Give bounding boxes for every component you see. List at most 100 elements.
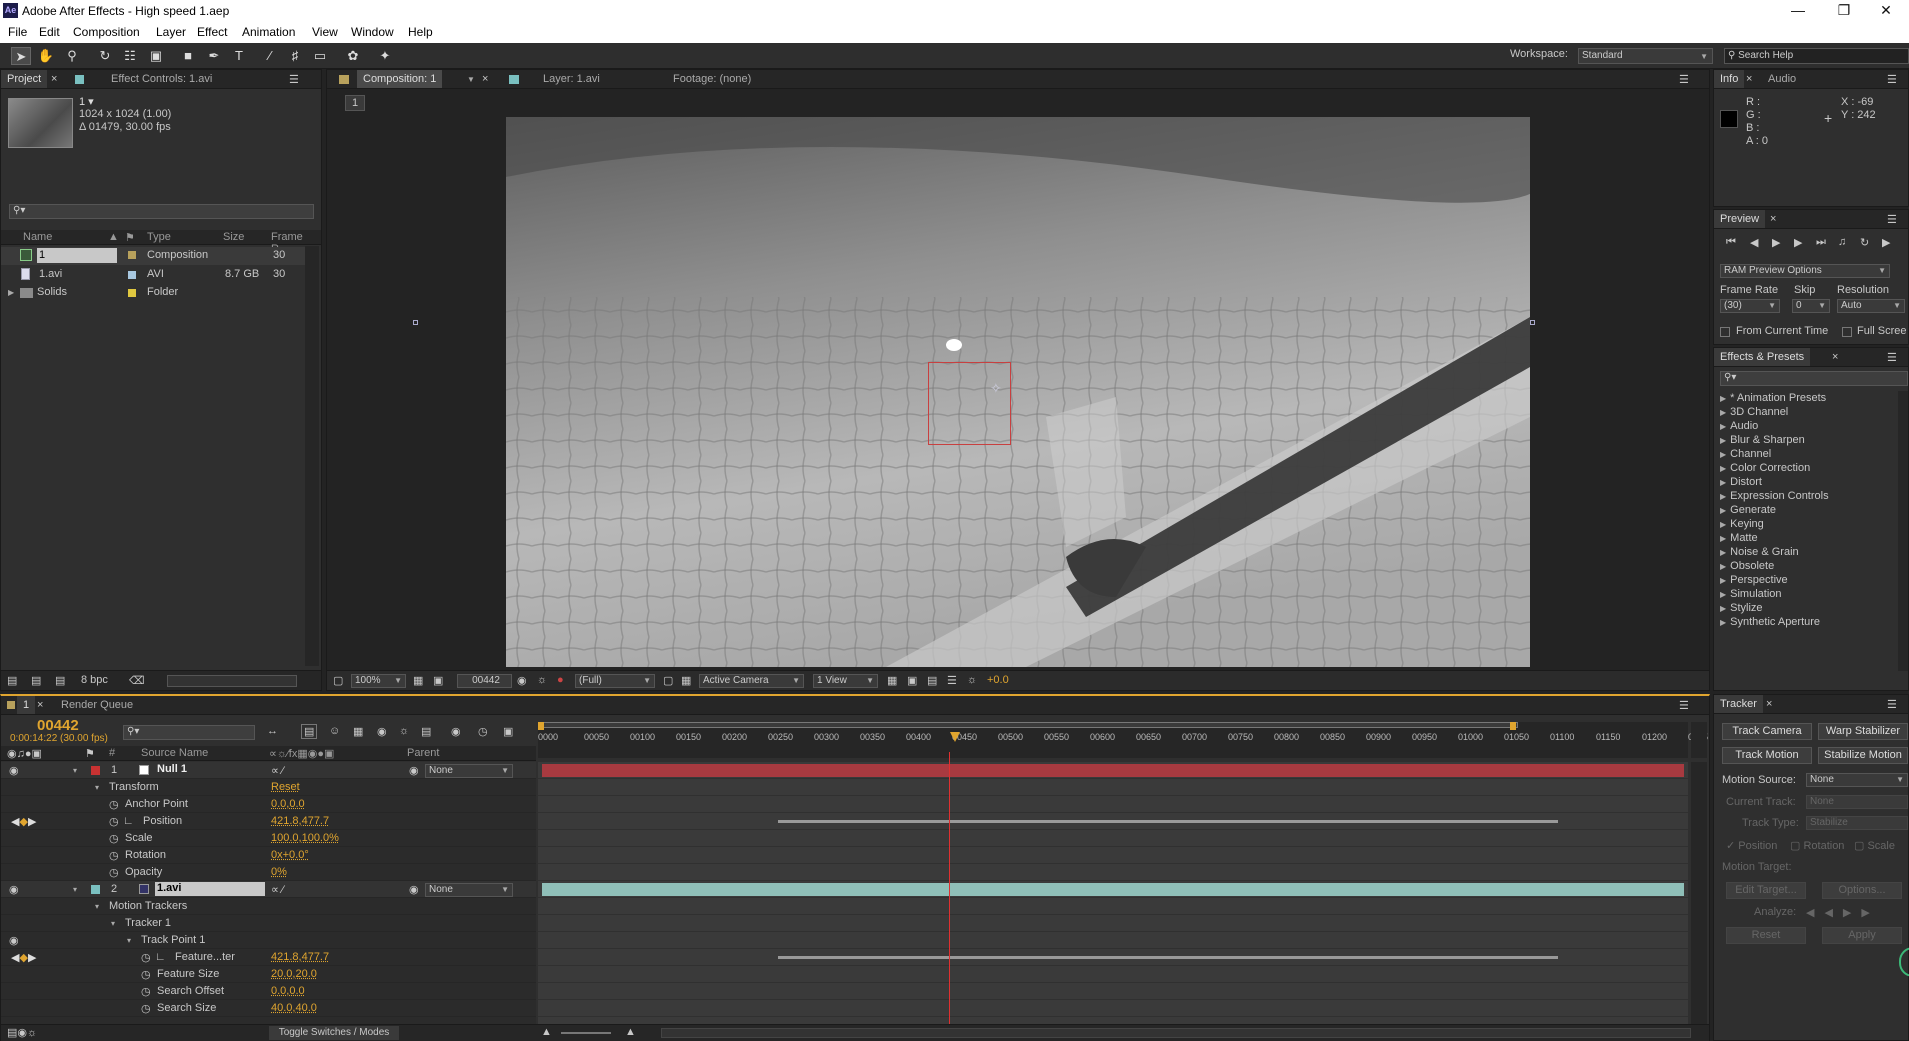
- rotation-tool-icon[interactable]: ↻: [95, 47, 115, 65]
- close-icon[interactable]: ×: [482, 73, 488, 85]
- search-help-field[interactable]: ⚲ Search Help: [1724, 48, 1909, 64]
- effects-category-item[interactable]: ▶ Noise & Grain: [1714, 545, 1896, 559]
- property-value[interactable]: 100.0,100.0%: [271, 832, 339, 844]
- roto-brush-tool-icon[interactable]: ✿: [343, 47, 363, 65]
- tab-info[interactable]: Info: [1714, 70, 1745, 88]
- warp-stabilizer-button[interactable]: Warp Stabilizer: [1818, 723, 1908, 740]
- stopwatch-icon[interactable]: ◷: [109, 866, 119, 879]
- tab-audio[interactable]: Audio: [1762, 70, 1802, 88]
- property-row[interactable]: ◷ Search Offset 0.0,0.0: [1, 983, 536, 1000]
- flowchart-icon[interactable]: ☰: [947, 674, 957, 687]
- effects-search-input[interactable]: ⚲▾: [1720, 371, 1908, 386]
- tab-layer[interactable]: Layer: 1.avi: [537, 70, 606, 88]
- effects-category-item[interactable]: ▶ Synthetic Aperture: [1714, 615, 1896, 629]
- track-row[interactable]: [538, 762, 1688, 779]
- menu-window[interactable]: Window: [351, 25, 394, 39]
- layer-name[interactable]: 1.avi: [155, 882, 265, 896]
- tab-project[interactable]: Project: [1, 70, 48, 88]
- effects-category-item[interactable]: ▶ Expression Controls: [1714, 489, 1896, 503]
- expand-arrow-icon[interactable]: ▶: [1714, 506, 1730, 515]
- effects-category-item[interactable]: ▶ Stylize: [1714, 601, 1896, 615]
- close-icon[interactable]: ×: [37, 699, 43, 711]
- layer-name[interactable]: Null 1: [155, 763, 265, 777]
- track-row[interactable]: [538, 881, 1688, 898]
- keyframe-range[interactable]: [778, 956, 1558, 959]
- interpret-footage-icon[interactable]: ▤: [7, 674, 17, 687]
- property-value[interactable]: 40.0,40.0: [271, 1002, 317, 1014]
- brainstorm-icon[interactable]: ☼: [399, 725, 409, 737]
- workspace-dropdown[interactable]: Standard ▼: [1578, 48, 1713, 64]
- effects-category-item[interactable]: ▶ Channel: [1714, 447, 1896, 461]
- selection-tool-icon[interactable]: ➤: [11, 47, 31, 65]
- col-name[interactable]: Name: [23, 231, 52, 243]
- panel-menu-icon[interactable]: ☰: [1887, 73, 1897, 86]
- stopwatch-icon[interactable]: ◷: [109, 798, 119, 811]
- property-row[interactable]: ▾ Tracker 1: [1, 915, 536, 932]
- show-snapshot-icon[interactable]: ☼: [537, 674, 547, 686]
- property-value[interactable]: 0.0,0.0: [271, 798, 305, 810]
- keyframe-range[interactable]: [778, 820, 1558, 823]
- new-composition-icon[interactable]: ▤: [55, 674, 65, 687]
- stopwatch-icon[interactable]: ◷: [141, 968, 151, 981]
- expand-arrow-icon[interactable]: ▾: [127, 936, 131, 945]
- anchor-point-icon[interactable]: ✧: [990, 380, 1002, 397]
- close-icon[interactable]: ×: [1766, 698, 1772, 710]
- expand-arrow-icon[interactable]: ▶: [1714, 604, 1730, 613]
- exposure-icon[interactable]: ☼: [967, 674, 977, 686]
- puppet-tool-icon[interactable]: ✦: [375, 47, 395, 65]
- expand-arrow-icon[interactable]: ▾: [73, 766, 77, 775]
- timeline-search-input[interactable]: ⚲▾: [123, 725, 255, 740]
- visibility-eye-icon[interactable]: ◉: [9, 934, 19, 947]
- fast-preview-icon[interactable]: ▣: [907, 674, 917, 687]
- property-row[interactable]: ◷ Anchor Point 0.0,0.0: [1, 796, 536, 813]
- project-search-input[interactable]: ⚲▾: [9, 204, 314, 219]
- track-row[interactable]: [538, 949, 1688, 966]
- breadcrumb[interactable]: 1: [345, 95, 365, 111]
- mask-visibility-icon[interactable]: ▣: [433, 674, 443, 687]
- track-row[interactable]: [538, 779, 1688, 796]
- transparency-grid-icon[interactable]: ▦: [681, 674, 691, 687]
- expand-arrow-icon[interactable]: ▶: [1714, 520, 1730, 529]
- effects-category-item[interactable]: ▶ Perspective: [1714, 573, 1896, 587]
- loop-icon[interactable]: ↻: [1860, 236, 1869, 249]
- expand-arrow-icon[interactable]: ▶: [1714, 492, 1730, 501]
- property-row[interactable]: ◷ Rotation 0x+0.0°: [1, 847, 536, 864]
- footage-frame[interactable]: ✧: [506, 117, 1530, 667]
- ram-preview-options-dropdown[interactable]: RAM Preview Options ▼: [1720, 264, 1890, 278]
- expand-arrow-icon[interactable]: ▶: [1714, 576, 1730, 585]
- track-row[interactable]: [538, 847, 1688, 864]
- layer-row[interactable]: ◉ ▾ 1 Null 1 ∝ ∕ ◉ None ▼: [1, 762, 536, 779]
- close-icon[interactable]: ×: [1770, 213, 1776, 225]
- close-icon[interactable]: ✕: [1863, 0, 1909, 22]
- safe-zones-icon[interactable]: ▦: [413, 674, 423, 687]
- expand-arrow-icon[interactable]: ▶: [1714, 450, 1730, 459]
- panel-menu-icon[interactable]: ☰: [1679, 73, 1689, 86]
- expand-arrow-icon[interactable]: ▶: [1714, 422, 1730, 431]
- property-value[interactable]: Reset: [271, 781, 300, 793]
- minimize-icon[interactable]: —: [1775, 0, 1821, 22]
- tab-effects-presets[interactable]: Effects & Presets: [1714, 348, 1811, 366]
- frame-rate-dropdown[interactable]: (30) ▼: [1720, 299, 1780, 313]
- region-of-interest-icon[interactable]: ▢: [663, 674, 673, 687]
- property-row[interactable]: ◷ ◀◆▶ ∟ Feature...ter 421.8,477.7: [1, 949, 536, 966]
- list-item[interactable]: 1 Composition 30: [1, 247, 305, 265]
- toggle-switches-modes-button[interactable]: Toggle Switches / Modes: [269, 1026, 399, 1040]
- expand-arrow-icon[interactable]: ▾: [95, 902, 99, 911]
- layer-switches-toggle-icons[interactable]: ▤◉☼: [7, 1026, 37, 1039]
- trash-icon[interactable]: ⌫: [129, 674, 145, 687]
- hand-tool-icon[interactable]: ✋: [36, 47, 56, 65]
- track-row[interactable]: [538, 813, 1688, 830]
- horizontal-scrollbar[interactable]: [167, 675, 297, 687]
- track-row[interactable]: [538, 830, 1688, 847]
- tab-render-queue[interactable]: Render Queue: [55, 696, 139, 714]
- brush-tool-icon[interactable]: ∕: [260, 47, 280, 65]
- expand-arrow-icon[interactable]: ▶: [1714, 562, 1730, 571]
- frame-blending-icon[interactable]: ▦: [353, 725, 363, 738]
- previous-frame-icon[interactable]: ◀: [1750, 236, 1758, 249]
- track-row[interactable]: [538, 1000, 1688, 1017]
- chevron-down-icon[interactable]: ▼: [467, 75, 475, 84]
- snapshot-icon[interactable]: ◉: [517, 674, 527, 687]
- parent-pickwhip-icon[interactable]: ◉: [409, 883, 419, 896]
- effects-category-item[interactable]: ▶ Obsolete: [1714, 559, 1896, 573]
- effects-category-item[interactable]: ▶ Blur & Sharpen: [1714, 433, 1896, 447]
